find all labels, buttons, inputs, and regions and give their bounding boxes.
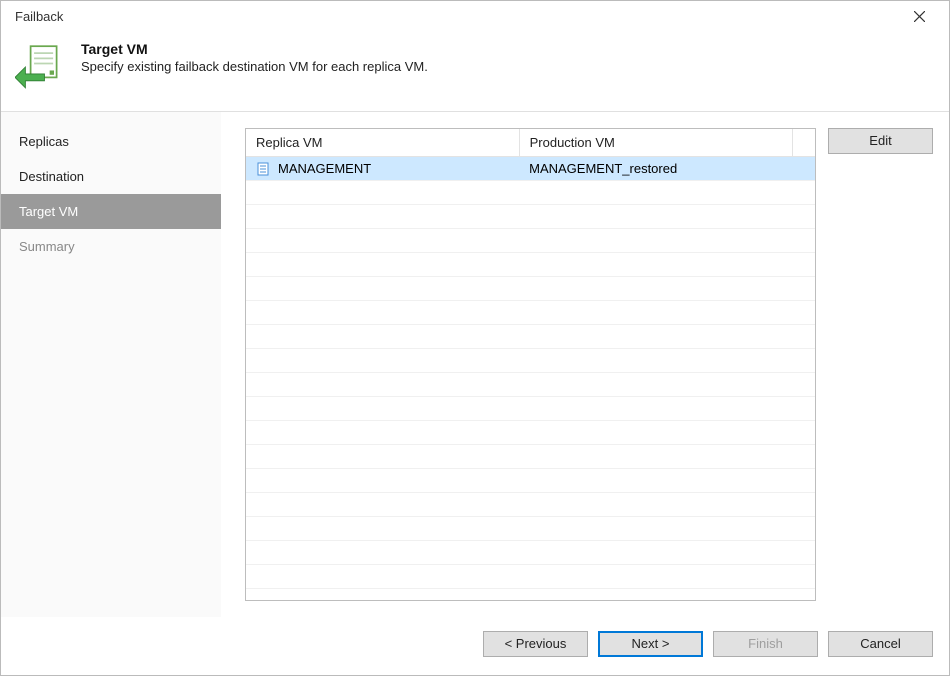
table-row-empty <box>246 373 815 397</box>
column-header-production[interactable]: Production VM <box>519 129 792 157</box>
table-row-empty <box>246 277 815 301</box>
table-row-empty <box>246 469 815 493</box>
table-row-empty <box>246 253 815 277</box>
table-row[interactable]: MANAGEMENT MANAGEMENT_restored <box>246 157 815 181</box>
table-row-empty <box>246 229 815 253</box>
table-row-empty <box>246 493 815 517</box>
sidebar-item-target-vm[interactable]: Target VM <box>1 194 221 229</box>
page-title: Target VM <box>81 41 428 57</box>
column-header-replica[interactable]: Replica VM <box>246 129 519 157</box>
page-header: Target VM Specify existing failback dest… <box>1 31 949 111</box>
footer: < Previous Next > Finish Cancel <box>1 617 949 675</box>
table-row-empty <box>246 565 815 589</box>
page-subtitle: Specify existing failback destination VM… <box>81 59 428 74</box>
column-header-spacer <box>792 129 815 157</box>
sidebar-item-summary[interactable]: Summary <box>1 229 221 264</box>
header-text: Target VM Specify existing failback dest… <box>81 41 428 74</box>
failback-icon <box>15 41 67 93</box>
side-buttons: Edit <box>828 128 933 601</box>
body: Replicas Destination Target VM Summary R… <box>1 112 949 617</box>
previous-button[interactable]: < Previous <box>483 631 588 657</box>
table-row-empty <box>246 541 815 565</box>
table-row-empty <box>246 301 815 325</box>
window-title: Failback <box>15 9 63 24</box>
table-row-empty <box>246 445 815 469</box>
sidebar: Replicas Destination Target VM Summary <box>1 112 221 617</box>
titlebar: Failback <box>1 1 949 31</box>
replica-vm-name: MANAGEMENT <box>278 161 371 176</box>
table-row-empty <box>246 517 815 541</box>
next-button[interactable]: Next > <box>598 631 703 657</box>
vm-table-container: Replica VM Production VM <box>245 128 816 601</box>
table-row-empty <box>246 205 815 229</box>
vm-icon <box>256 162 270 176</box>
close-button[interactable] <box>899 2 939 30</box>
close-icon <box>914 11 925 22</box>
table-row-empty <box>246 181 815 205</box>
vm-table: Replica VM Production VM <box>246 129 815 589</box>
sidebar-item-replicas[interactable]: Replicas <box>1 124 221 159</box>
table-row-empty <box>246 349 815 373</box>
sidebar-item-destination[interactable]: Destination <box>1 159 221 194</box>
table-row-empty <box>246 421 815 445</box>
cancel-button[interactable]: Cancel <box>828 631 933 657</box>
production-vm-name: MANAGEMENT_restored <box>519 157 792 181</box>
table-row-empty <box>246 325 815 349</box>
content-area: Replica VM Production VM <box>221 112 949 617</box>
edit-button[interactable]: Edit <box>828 128 933 154</box>
table-row-empty <box>246 397 815 421</box>
finish-button: Finish <box>713 631 818 657</box>
